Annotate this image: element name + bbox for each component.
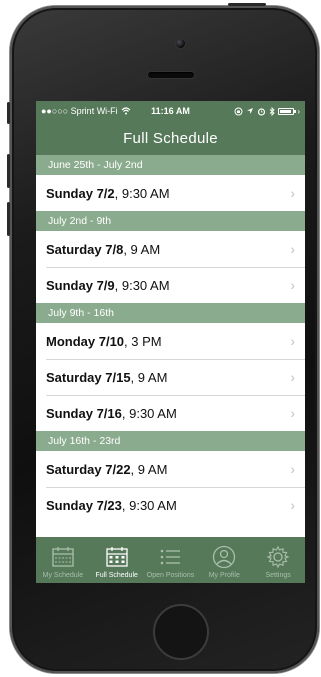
- chevron-right-icon: ›: [290, 369, 295, 385]
- schedule-row[interactable]: Saturday 7/15, 9 AM ›: [36, 359, 305, 395]
- chevron-right-icon: ›: [290, 241, 295, 257]
- section-header: July 16th - 23rd: [36, 431, 305, 451]
- row-text: Sunday 7/9, 9:30 AM: [46, 278, 290, 293]
- tab-label: Full Schedule: [95, 572, 138, 579]
- section-header: July 2nd - 9th: [36, 211, 305, 231]
- section-header: July 9th - 16th: [36, 303, 305, 323]
- row-time: , 3 PM: [124, 333, 162, 349]
- tab-label: Settings: [265, 572, 291, 579]
- front-camera: [176, 39, 185, 48]
- row-text: Saturday 7/22, 9 AM: [46, 462, 290, 477]
- row-day: Sunday 7/16: [46, 405, 122, 421]
- tab-label: My Profile: [208, 572, 240, 579]
- schedule-row[interactable]: Saturday 7/8, 9 AM ›: [36, 231, 305, 267]
- chevron-right-icon: ›: [290, 405, 295, 421]
- schedule-row[interactable]: Sunday 7/9, 9:30 AM ›: [36, 267, 305, 303]
- gear-icon: [266, 545, 290, 569]
- section-header: June 25th - July 2nd: [36, 155, 305, 175]
- row-text: Sunday 7/16, 9:30 AM: [46, 406, 290, 421]
- list-icon: [161, 549, 181, 565]
- schedule-row[interactable]: Sunday 7/23, 9:30 AM ›: [36, 487, 305, 523]
- row-text: Sunday 7/2, 9:30 AM: [46, 186, 290, 201]
- row-time: , 9 AM: [123, 241, 161, 257]
- row-time: , 9 AM: [130, 369, 168, 385]
- nav-bar: Full Schedule: [36, 121, 305, 155]
- tab-my-schedule[interactable]: My Schedule: [36, 537, 90, 583]
- row-text: Saturday 7/15, 9 AM: [46, 370, 290, 385]
- carrier-text: ●●○○○ Sprint Wi-Fi: [41, 106, 118, 116]
- row-time: , 9:30 AM: [121, 497, 177, 513]
- row-day: Sunday 7/2: [46, 185, 115, 201]
- power-button: [228, 3, 266, 6]
- status-right: ›: [234, 106, 300, 116]
- schedule-row[interactable]: Monday 7/10, 3 PM ›: [36, 323, 305, 359]
- row-day: Saturday 7/8: [46, 241, 124, 257]
- row-time: , 9:30 AM: [114, 277, 170, 293]
- tab-my-profile[interactable]: My Profile: [197, 537, 251, 583]
- schedule-row[interactable]: Sunday 7/16, 9:30 AM ›: [36, 395, 305, 431]
- volume-up-button: [7, 154, 10, 188]
- location-arrow-icon: [247, 108, 254, 114]
- volume-down-button: [7, 202, 10, 236]
- calendar-week-icon: [52, 547, 74, 567]
- row-time: , 9 AM: [130, 461, 168, 477]
- row-day: Monday 7/10: [46, 333, 125, 349]
- row-day: Sunday 7/23: [46, 497, 122, 513]
- status-bar: ●●○○○ Sprint Wi-Fi 11:16 AM ›: [36, 101, 305, 121]
- tab-open-positions[interactable]: Open Positions: [144, 537, 198, 583]
- schedule-row[interactable]: Saturday 7/22, 9 AM ›: [36, 451, 305, 487]
- battery-icon: [278, 107, 297, 115]
- row-text: Saturday 7/8, 9 AM: [46, 242, 290, 257]
- row-day: Sunday 7/9: [46, 277, 115, 293]
- bluetooth-icon: [270, 106, 275, 116]
- row-time: , 9:30 AM: [121, 405, 177, 421]
- tab-label: My Schedule: [42, 572, 84, 579]
- schedule-list: June 25th - July 2nd Sunday 7/2, 9:30 AM…: [36, 155, 305, 523]
- status-left: ●●○○○ Sprint Wi-Fi: [41, 106, 131, 116]
- app-screen: ●●○○○ Sprint Wi-Fi 11:16 AM › Full Sched…: [36, 101, 305, 583]
- tab-settings[interactable]: Settings: [251, 537, 305, 583]
- wifi-icon: [121, 107, 131, 115]
- schedule-row[interactable]: Sunday 7/2, 9:30 AM ›: [36, 175, 305, 211]
- row-text: Monday 7/10, 3 PM: [46, 334, 290, 349]
- row-time: , 9:30 AM: [114, 185, 170, 201]
- mute-switch: [7, 102, 10, 124]
- tab-full-schedule[interactable]: Full Schedule: [90, 537, 144, 583]
- chevron-right-icon: ›: [290, 277, 295, 293]
- row-text: Sunday 7/23, 9:30 AM: [46, 498, 290, 513]
- home-button[interactable]: [153, 604, 209, 660]
- lock-rotation-icon: [234, 107, 243, 115]
- row-day: Saturday 7/15: [46, 369, 131, 385]
- page-title: Full Schedule: [123, 129, 218, 147]
- profile-icon: [213, 545, 236, 569]
- chevron-right-icon: ›: [290, 461, 295, 477]
- charging-icon: ›: [297, 106, 300, 116]
- chevron-right-icon: ›: [290, 497, 295, 513]
- row-day: Saturday 7/22: [46, 461, 131, 477]
- chevron-right-icon: ›: [290, 333, 295, 349]
- chevron-right-icon: ›: [290, 185, 295, 201]
- calendar-month-icon: [106, 547, 128, 567]
- earpiece-speaker: [148, 72, 194, 78]
- alarm-icon: [258, 107, 266, 116]
- tab-bar: My Schedule Full Schedule Open Positions…: [36, 537, 305, 583]
- tab-label: Open Positions: [146, 572, 195, 579]
